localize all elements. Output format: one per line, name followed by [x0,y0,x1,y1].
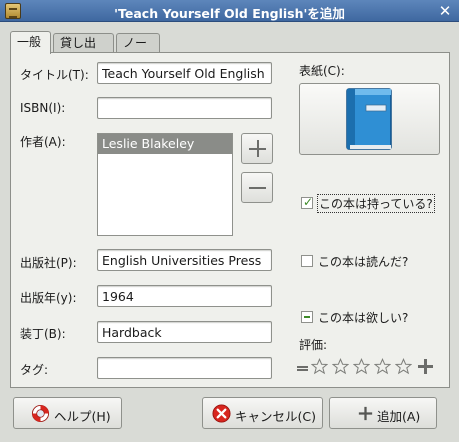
list-item[interactable]: Leslie Blakeley [98,134,232,154]
cancel-button[interactable]: キャンセル(C) [202,397,323,429]
tab-general[interactable]: 一般 [10,31,51,54]
cover-label: 表紙(C): [299,64,345,78]
lifebuoy-icon [31,404,50,423]
add-button[interactable]: 追加(A) [329,397,437,429]
read-book-label: この本は読んだ? [318,255,409,269]
want-book-label: この本は欲しい? [318,311,409,325]
isbn-label: ISBN(I): [20,101,66,115]
publisher-label: 出版社(P): [20,256,77,270]
star-icon[interactable] [374,358,391,375]
window-titlebar[interactable]: 'Teach Yourself Old English'を追加 ✕ [0,0,459,22]
plus-icon [358,406,373,421]
indeterminate-icon [304,316,310,318]
star-icon[interactable] [395,358,412,375]
checkbox-box [301,255,313,267]
publisher-field[interactable] [97,249,272,271]
author-list[interactable]: Leslie Blakeley [97,133,233,236]
star-icon[interactable] [332,358,349,375]
isbn-field[interactable] [97,97,272,119]
star-icon[interactable] [353,358,370,375]
author-label: 作者(A): [20,135,66,149]
blue-book-icon [346,88,392,150]
title-label: タイトル(T): [20,68,89,82]
star-icon[interactable] [311,358,328,375]
tab-notes[interactable]: ノート [116,33,160,69]
add-author-button[interactable] [241,133,273,164]
window-title: 'Teach Yourself Old English'を追加 [114,6,345,21]
rating-label: 評価: [299,338,328,352]
year-label: 出版年(y): [20,291,77,305]
tags-label: タグ: [20,363,49,377]
checkmark-icon: ✓ [303,195,314,209]
binding-label: 装丁(B): [20,327,66,341]
binding-field[interactable] [97,321,272,343]
general-panel: タイトル(T): ISBN(I): 作者(A): Leslie Blakeley… [10,52,450,388]
increase-rating-icon[interactable] [418,359,433,374]
cover-button[interactable] [299,83,440,155]
help-button-label: ヘルプ(H) [54,409,111,424]
own-book-label: この本は持っている? [317,194,435,213]
cancel-icon [212,404,231,423]
checkbox-box: ✓ [301,195,314,209]
clear-rating-icon[interactable] [297,366,308,368]
add-button-label: 追加(A) [377,409,421,424]
year-field[interactable] [97,285,272,307]
title-field[interactable] [97,62,272,84]
remove-author-button[interactable] [241,172,273,203]
tags-field[interactable] [97,357,272,379]
cancel-button-label: キャンセル(C) [235,409,316,424]
help-button[interactable]: ヘルプ(H) [13,397,122,429]
tab-lending[interactable]: 貸し出し [53,33,114,69]
checkbox-box [301,311,313,323]
close-icon[interactable]: ✕ [437,3,453,19]
